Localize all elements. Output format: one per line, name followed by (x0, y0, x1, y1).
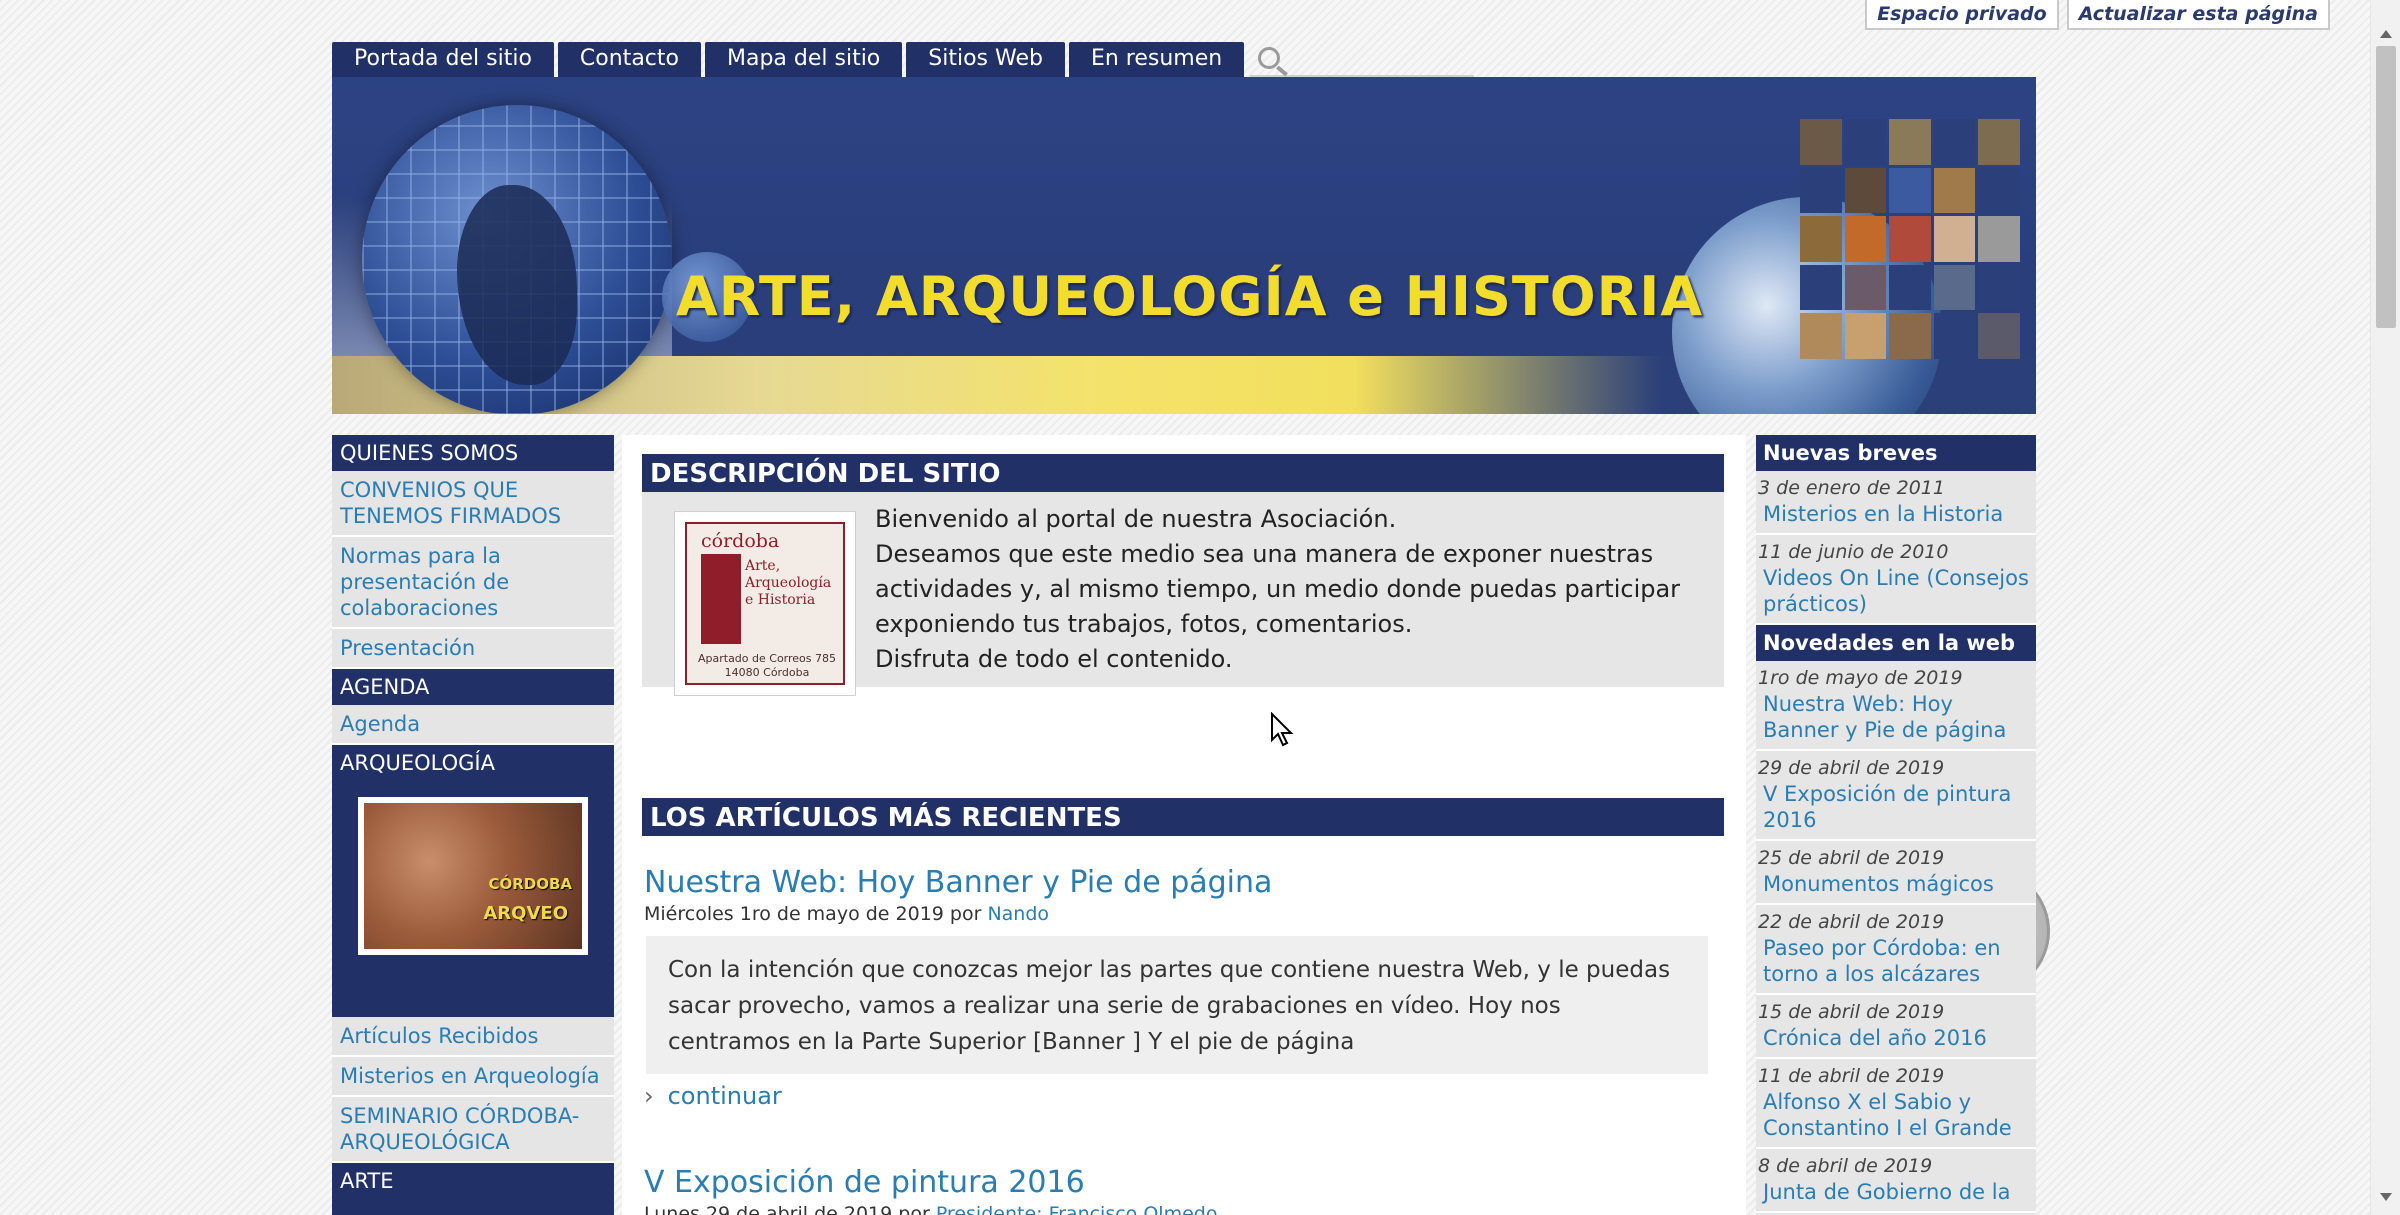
recent-articles-heading: LOS ARTÍCULOS MÁS RECIENTES (642, 798, 1724, 836)
breves-heading: Nuevas breves (1756, 435, 2036, 471)
novedad-date-5: 15 de abril de 2019 (1758, 1001, 1945, 1023)
sidebar-item-misterios-arqueologia[interactable]: Misterios en Arqueología (332, 1057, 614, 1097)
logo-mark (701, 554, 741, 644)
cordoba-arqveo-image[interactable]: CÓRDOBA ARQVEO (358, 797, 588, 955)
logo-inner: córdoba Arte, Arqueología e Historia Apa… (685, 522, 845, 685)
article-title-2[interactable]: V Exposición de pintura 2016 (644, 1165, 1085, 1200)
article-meta-2: Lunes 29 de abril de 2019 por Presidente… (644, 1203, 1217, 1215)
search-icon[interactable] (1258, 47, 1281, 69)
sidebar-heading-agenda[interactable]: AGENDA (332, 669, 614, 705)
novedad-link-7[interactable]: Junta de Gobierno de la (1756, 1177, 2036, 1213)
scroll-up-arrow-icon[interactable] (2380, 30, 2392, 38)
private-space-button[interactable]: Espacio privado (1865, 0, 2059, 30)
desc-line-2: Deseamos que este medio sea una manera d… (875, 540, 1681, 638)
arqueologia-image-box: CÓRDOBA ARQVEO (332, 781, 614, 1017)
sidebar-heading-arqueologia[interactable]: ARQUEOLOGÍA (332, 745, 614, 781)
sidebar-item-convenios[interactable]: CONVENIOS QUE TENEMOS FIRMADOS (332, 471, 614, 537)
novedad-link-6[interactable]: Alfonso X el Sabio y Constantino I el Gr… (1756, 1087, 2036, 1149)
novedad-link-2[interactable]: V Exposición de pintura 2016 (1756, 779, 2036, 841)
novedad-date-7: 8 de abril de 2019 (1758, 1155, 1933, 1177)
logo-text-cordoba: córdoba (701, 530, 780, 552)
novedad-link-3[interactable]: Monumentos mágicos (1756, 869, 2036, 905)
sidebar-heading-arte[interactable]: ARTE (332, 1163, 614, 1205)
left-sidebar: QUIENES SOMOS CONVENIOS QUE TENEMOS FIRM… (332, 435, 614, 1215)
novedad-date-1: 1ro de mayo de 2019 (1758, 667, 1963, 689)
description-box: córdoba Arte, Arqueología e Historia Apa… (642, 492, 1724, 696)
admin-toolbar: Espacio privado Actualizar esta página (1865, 0, 2330, 30)
sidebar-item-presentacion[interactable]: Presentación (332, 629, 614, 669)
sidebar-item-agenda[interactable]: Agenda (332, 705, 614, 745)
sidebar-item-seminario[interactable]: SEMINARIO CÓRDOBA-ARQUEOLÓGICA (332, 1097, 614, 1163)
search-input[interactable] (1290, 46, 1469, 72)
image-caption-1: CÓRDOBA (488, 875, 572, 893)
breve-link-2[interactable]: Videos On Line (Consejos prácticos) (1756, 563, 2036, 625)
sidebar-item-normas[interactable]: Normas para la presentación de colaborac… (332, 537, 614, 629)
wireframe-globe-image (362, 105, 672, 414)
sidebar-item-articulos-recibidos[interactable]: Artículos Recibidos (332, 1017, 614, 1057)
breve-date-1: 3 de enero de 2011 (1758, 477, 1945, 499)
tab-portada[interactable]: Portada del sitio (332, 42, 554, 77)
description-text: Bienvenido al portal de nuestra Asociaci… (875, 502, 1705, 677)
logo-text-name: Arte, Arqueología e Historia (745, 558, 832, 608)
novedad-date-3: 25 de abril de 2019 (1758, 847, 1945, 869)
breve-date-2: 11 de junio de 2010 (1758, 541, 1949, 563)
main-nav: Portada del sitio Contacto Mapa del siti… (332, 42, 1475, 77)
refresh-page-button[interactable]: Actualizar esta página (2066, 0, 2330, 30)
novedad-link-5[interactable]: Crónica del año 2016 (1756, 1023, 2036, 1059)
breve-link-1[interactable]: Misterios en la Historia (1756, 499, 2036, 535)
description-heading: DESCRIPCIÓN DEL SITIO (642, 454, 1724, 492)
desc-line-1: Bienvenido al portal de nuestra Asociaci… (875, 505, 1397, 533)
novedad-link-4[interactable]: Paseo por Córdoba: en torno a los alcáza… (1756, 933, 2036, 995)
tab-mapa[interactable]: Mapa del sitio (704, 42, 903, 77)
tab-contacto[interactable]: Contacto (557, 42, 701, 77)
right-sidebar: Nuevas breves 3 de enero de 2011 Misteri… (1756, 435, 2036, 1215)
image-caption-2: ARQVEO (483, 903, 568, 924)
article-date-2: Lunes 29 de abril de 2019 por (644, 1203, 936, 1215)
photo-collage (1800, 119, 2020, 359)
logo-text-address: Apartado de Correos 785 14080 Córdoba (697, 652, 837, 679)
banner-title: ARTE, ARQUEOLOGÍA e HISTORIA (676, 265, 1704, 328)
tab-sitios-web[interactable]: Sitios Web (906, 42, 1065, 77)
article-date-1: Miércoles 1ro de mayo de 2019 por (644, 903, 988, 925)
vertical-scrollbar[interactable] (2370, 0, 2400, 1215)
search-box (1250, 42, 1475, 77)
desc-line-3: Disfruta de todo el contenido. (875, 645, 1233, 673)
sidebar-heading-quienes[interactable]: QUIENES SOMOS (332, 435, 614, 471)
novedad-date-6: 11 de abril de 2019 (1758, 1065, 1945, 1087)
article-author-1[interactable]: Nando (987, 903, 1049, 925)
novedad-link-1[interactable]: Nuestra Web: Hoy Banner y Pie de página (1756, 689, 2036, 751)
article-author-2[interactable]: Presidente: Francisco Olmedo (936, 1203, 1218, 1215)
association-logo: córdoba Arte, Arqueología e Historia Apa… (674, 511, 856, 696)
article-excerpt-1: Con la intención que conozcas mejor las … (646, 936, 1708, 1074)
mouse-cursor-icon (1271, 712, 1294, 747)
novedad-date-2: 29 de abril de 2019 (1758, 757, 1945, 779)
novedades-heading: Novedades en la web (1756, 625, 2036, 661)
article-meta-1: Miércoles 1ro de mayo de 2019 por Nando (644, 903, 1049, 925)
continue-link[interactable]: continuar (644, 1082, 782, 1110)
scroll-down-arrow-icon[interactable] (2380, 1193, 2392, 1201)
mosaic-image: CÓRDOBA ARQVEO (364, 803, 582, 949)
novedad-date-4: 22 de abril de 2019 (1758, 911, 1945, 933)
site-banner[interactable]: ARTE, ARQUEOLOGÍA e HISTORIA (332, 77, 2036, 414)
scrollbar-thumb[interactable] (2376, 46, 2396, 328)
tab-en-resumen[interactable]: En resumen (1068, 42, 1245, 77)
arte-image-box (332, 1205, 614, 1215)
article-title-1[interactable]: Nuestra Web: Hoy Banner y Pie de página (644, 865, 1272, 900)
